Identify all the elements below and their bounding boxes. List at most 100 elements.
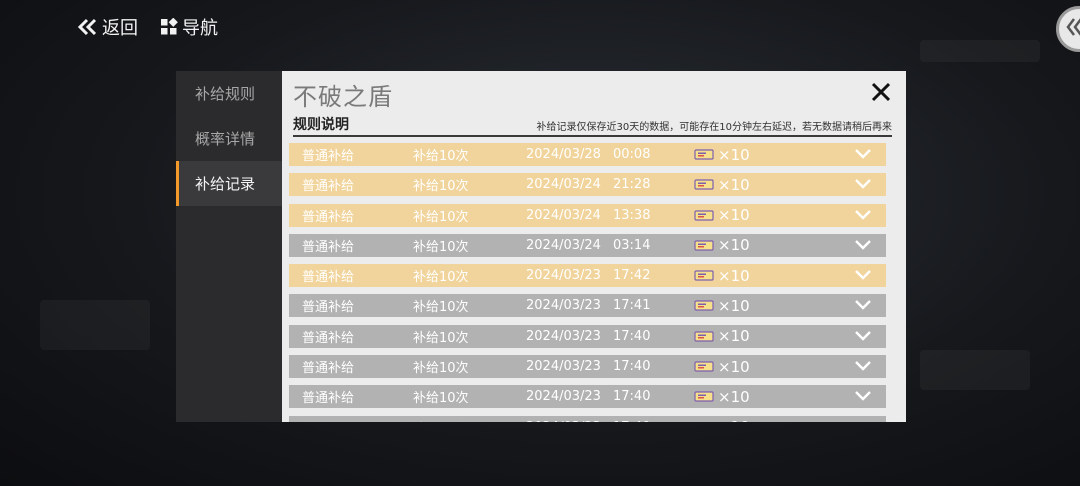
record-count: 补给10次 — [413, 149, 469, 164]
record-date: 2024/03/23 — [526, 268, 601, 284]
page-title: 不破之盾 — [293, 83, 393, 111]
rules-note: 补给记录仅保存近30天的数据，可能存在10分钟左右延迟，若无数据请稍后再来 — [536, 122, 892, 133]
content-area: 不破之盾 规则说明 补给记录仅保存近30天的数据，可能存在10分钟左右延迟，若无… — [282, 71, 906, 422]
sidebar-item-label: 补给规则 — [195, 85, 256, 103]
record-count: 补给10次 — [413, 330, 469, 346]
double-chevron-left-icon — [78, 18, 98, 36]
record-quantity: ×10 — [718, 266, 750, 285]
record-row[interactable]: 普通补给 补给10次 2024/03/23 17:41 ×10 — [289, 294, 886, 318]
rules-title[interactable]: 规则说明 — [293, 114, 349, 135]
record-row[interactable]: 普通补给 补给10次 2024/03/23 17:40 ×10 — [289, 355, 886, 379]
sidebar-item-label: 补给记录 — [195, 175, 256, 193]
close-icon — [871, 82, 891, 102]
record-time: 17:41 — [613, 298, 651, 314]
sidebar: 补给规则 概率详情 补给记录 — [176, 71, 282, 422]
rules-header: 规则说明 补给记录仅保存近30天的数据，可能存在10分钟左右延迟，若无数据请稍后… — [293, 115, 892, 137]
record-time: 17:40 — [613, 359, 651, 375]
record-reward: ×10 — [694, 297, 750, 315]
record-reward: ×10 — [694, 236, 750, 254]
record-time: 17:40 — [613, 420, 650, 422]
record-date: 2024/03/23 — [526, 298, 601, 314]
chevron-down-icon[interactable] — [854, 269, 872, 281]
record-time: 13:38 — [613, 207, 651, 223]
close-button[interactable] — [870, 81, 892, 103]
record-type: 普通补给 — [302, 418, 354, 423]
background-decoration — [920, 40, 1040, 62]
chevron-down-icon[interactable] — [854, 209, 872, 221]
record-quantity: ×10 — [718, 296, 750, 315]
record-time: 03:14 — [613, 237, 651, 253]
record-time: 17:40 — [613, 328, 651, 344]
record-row[interactable]: 普通补给 补给10次 2024/03/23 17:42 ×10 — [289, 264, 886, 288]
ticket-icon — [694, 209, 714, 221]
record-date: 2024/03/23 — [526, 389, 601, 405]
chevron-down-icon[interactable] — [854, 330, 872, 342]
record-type: 普通补给 — [302, 209, 355, 225]
record-count: 补给10次 — [413, 300, 469, 316]
ticket-icon — [694, 240, 714, 251]
double-chevron-left-icon — [1065, 16, 1080, 42]
chevron-down-icon[interactable] — [854, 178, 872, 190]
record-date: 2024/03/28 — [526, 147, 601, 162]
sidebar-item-probability[interactable]: 概率详情 — [176, 116, 282, 161]
record-row[interactable]: 普通补给 补给10次 2024/03/24 13:38 ×10 — [289, 203, 886, 227]
records-list: 普通补给 补给10次 2024/03/28 00:08 ×10 普通补给 补给1… — [289, 143, 886, 422]
record-row[interactable]: 普通补给 补给10次 2024/03/24 03:14 ×10 — [289, 233, 886, 257]
record-type: 普通补给 — [302, 149, 355, 164]
side-drawer-button[interactable] — [1056, 6, 1080, 52]
record-reward: ×10 — [694, 176, 750, 194]
record-row[interactable]: 普通补给 补给10次 2024/03/23 17:40 ×10 — [289, 415, 886, 423]
record-reward: ×10 — [694, 146, 750, 164]
chevron-down-icon[interactable] — [854, 360, 872, 372]
record-date: 2024/03/24 — [526, 177, 601, 193]
record-row[interactable]: 普通补给 补给10次 2024/03/23 17:40 ×10 — [289, 385, 886, 409]
record-quantity: ×10 — [718, 357, 750, 376]
record-reward: ×10 — [694, 206, 750, 224]
record-count: 补给10次 — [413, 239, 469, 255]
record-quantity: ×10 — [718, 327, 750, 346]
ticket-icon — [694, 361, 714, 372]
record-row[interactable]: 普通补给 补给10次 2024/03/24 21:28 ×10 — [289, 173, 886, 197]
record-date: 2024/03/23 — [526, 420, 601, 422]
record-date: 2024/03/24 — [526, 237, 601, 253]
record-row[interactable]: 普通补给 补给10次 2024/03/23 17:40 ×10 — [289, 324, 886, 348]
record-quantity: ×10 — [718, 418, 750, 422]
background-decoration — [920, 350, 1030, 390]
record-quantity: ×10 — [718, 387, 750, 406]
back-label: 返回 — [102, 18, 138, 39]
record-reward: ×10 — [694, 388, 750, 406]
record-type: 普通补给 — [302, 361, 355, 377]
record-date: 2024/03/23 — [526, 359, 601, 375]
chevron-down-icon[interactable] — [854, 239, 872, 251]
record-type: 普通补给 — [302, 239, 355, 255]
ticket-icon — [694, 270, 714, 281]
record-date: 2024/03/23 — [526, 328, 601, 344]
record-count: 补给10次 — [413, 418, 469, 423]
record-count: 补给10次 — [413, 179, 469, 195]
record-reward: ×10 — [694, 358, 750, 376]
background-decoration — [40, 300, 150, 350]
record-count: 补给10次 — [413, 270, 469, 286]
record-quantity: ×10 — [718, 236, 750, 255]
record-row[interactable]: 普通补给 补给10次 2024/03/28 00:08 ×10 — [289, 143, 886, 166]
record-time: 00:08 — [613, 147, 651, 162]
chevron-down-icon[interactable] — [854, 421, 872, 422]
nav-button[interactable]: 导航 — [160, 14, 218, 40]
supply-panel: 补给规则 概率详情 补给记录 不破之盾 规则说明 补给记录仅保存近30天的数据，… — [176, 71, 906, 422]
sidebar-item-supply-rules[interactable]: 补给规则 — [176, 71, 282, 116]
ticket-icon — [694, 149, 714, 160]
sidebar-item-label: 概率详情 — [195, 130, 256, 148]
record-quantity: ×10 — [718, 206, 750, 225]
record-reward: ×10 — [694, 327, 750, 345]
chevron-down-icon[interactable] — [854, 390, 872, 402]
chevron-down-icon[interactable] — [854, 299, 872, 311]
ticket-icon — [694, 300, 714, 312]
top-bar: 返回 导航 — [78, 10, 218, 44]
record-type: 普通补给 — [302, 391, 355, 407]
grid-icon — [160, 18, 178, 36]
chevron-down-icon[interactable] — [854, 148, 872, 160]
back-button[interactable]: 返回 — [78, 14, 138, 40]
record-count: 补给10次 — [413, 209, 469, 225]
record-time: 21:28 — [613, 177, 651, 193]
sidebar-item-supply-records[interactable]: 补给记录 — [176, 161, 282, 206]
